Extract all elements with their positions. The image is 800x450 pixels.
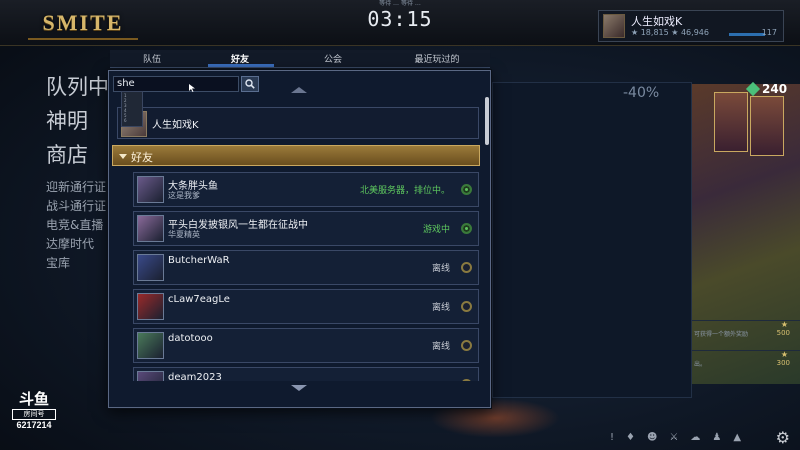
friend-status: 离线 [431, 303, 450, 313]
active-tab-indicator [208, 64, 274, 67]
avatar [137, 215, 164, 242]
watermark-label: 房间号 [12, 409, 56, 420]
gem-count: 240 [762, 82, 788, 96]
friend-row[interactable]: ButcherWaR 离线 [133, 250, 479, 285]
friend-row[interactable]: cLaw7eagLe 离线 [133, 289, 479, 324]
menu-vault[interactable]: 宝库 [46, 254, 109, 273]
menu-battle-pass[interactable]: 战斗通行证 [46, 197, 109, 216]
status-indicator-icon [461, 262, 472, 273]
reward-row: 出。 ★ 300 [692, 350, 800, 372]
friends-panel: she 人生如戏K 好友 大条胖头鱼 这是我爹 北美服务器，排位中。 平头白发披… [108, 70, 491, 408]
reward-row: 可获得一个额外奖励 ★ 500 [692, 320, 800, 342]
featured-card[interactable] [714, 92, 748, 152]
game-logo: SMITE [28, 8, 138, 40]
avatar [137, 176, 164, 203]
status-indicator-icon [461, 223, 472, 234]
player-currency: ★ 18,815 ★ 46,946 [631, 28, 709, 37]
friend-name: datotooo [168, 333, 213, 344]
menu-gods[interactable]: 神明 [46, 104, 109, 138]
profile-icon[interactable]: ♟ [712, 432, 721, 443]
reward-value: 500 [776, 329, 790, 337]
avatar [137, 371, 164, 381]
status-indicator-icon [461, 379, 472, 381]
main-menu: 队列中 神明 商店 迎新通行证 战斗通行证 电竞&直播 达摩时代 宝库 [46, 70, 109, 273]
alert-icon[interactable]: ! [610, 432, 614, 443]
section-label: 好友 [131, 151, 153, 164]
player-card[interactable]: 人生如戏K ★ 18,815 ★ 46,946 117 [598, 10, 784, 42]
notify-icon[interactable]: ▲ [733, 432, 741, 443]
queue-timer: 等待 … 等待 … 03:15 [355, 0, 445, 42]
player-xp-bar [729, 33, 765, 36]
gift-icon[interactable]: ♦ [626, 432, 635, 443]
watermark-room: 6217214 [16, 420, 52, 430]
reward-value: 300 [776, 359, 790, 367]
search-result-row[interactable]: 人生如戏K [117, 107, 479, 139]
friend-subtitle: 这是我爹 [168, 191, 200, 200]
menu-esports[interactable]: 电竞&直播 [46, 216, 109, 235]
friend-status: 北美服务器，排位中。 [359, 186, 450, 196]
friend-row[interactable]: datotooo 离线 [133, 328, 479, 363]
watermark-logo: 斗鱼 [18, 391, 49, 408]
avatar [137, 332, 164, 359]
tab-clan[interactable]: 公会 [313, 52, 353, 65]
reward-text: 出。 [694, 361, 707, 368]
scroll-down-arrow-icon[interactable] [291, 385, 307, 391]
autocomplete-item[interactable]: 6 [124, 118, 140, 123]
social-tabs: 队伍 好友 公会 最近玩过的 [110, 50, 490, 68]
friend-status: 离线 [431, 264, 450, 274]
status-indicator-icon [461, 301, 472, 312]
search-result-name: 人生如戏K [152, 120, 199, 131]
queue-status-text: 等待 … 等待 … [379, 0, 421, 7]
player-level: 117 [761, 28, 777, 37]
star-icon: ★ [780, 320, 788, 329]
friend-status: 离线 [431, 342, 450, 352]
store-panel: -40% [492, 82, 692, 398]
battle-icon[interactable]: ⚔ [669, 432, 678, 443]
gear-icon[interactable]: ⚙ [776, 428, 790, 447]
tab-party[interactable]: 队伍 [132, 52, 172, 65]
menu-dharma-age[interactable]: 达摩时代 [46, 235, 109, 254]
status-indicator-icon [461, 184, 472, 195]
list-scrollbar[interactable] [485, 97, 489, 145]
friend-name: cLaw7eagLe [168, 294, 230, 305]
top-bar: SMITE 等待 … 等待 … 03:15 人生如戏K ★ 18,815 ★ 4… [0, 0, 800, 46]
friend-name: deam2023 [168, 372, 222, 381]
player-name: 人生如戏K [631, 15, 683, 28]
friends-icon[interactable]: ☻ [647, 432, 657, 443]
menu-queue[interactable]: 队列中 [46, 70, 109, 104]
bottom-toolbar: ! ♦ ☻ ⚔ ☁ ♟ ▲ [610, 432, 741, 443]
friend-row[interactable]: 大条胖头鱼 这是我爹 北美服务器，排位中。 [133, 172, 479, 207]
autocomplete-dropdown[interactable]: 1 2 3 4 5 6 [121, 91, 143, 127]
friend-subtitle: 华夏精英 [168, 230, 200, 239]
friend-row[interactable]: deam2023 [133, 367, 479, 381]
featured-card[interactable] [750, 96, 784, 156]
menu-store[interactable]: 商店 [46, 138, 109, 172]
status-indicator-icon [461, 340, 472, 351]
discount-label: -40% [623, 85, 660, 101]
friends-section-header[interactable]: 好友 [112, 145, 480, 166]
avatar [137, 293, 164, 320]
chat-icon[interactable]: ☁ [690, 432, 700, 443]
menu-welcome-pass[interactable]: 迎新通行证 [46, 178, 109, 197]
reward-text: 可获得一个额外奖励 [694, 331, 749, 338]
friend-row[interactable]: 平头白发披银风一生都在征战中 华夏精英 游戏中 [133, 211, 479, 246]
chevron-down-icon [119, 154, 127, 159]
star-icon: ★ [780, 350, 788, 359]
tab-recent[interactable]: 最近玩过的 [402, 52, 472, 65]
stream-watermark: 斗鱼 房间号 6217214 [12, 392, 56, 431]
friends-list-viewport: 人生如戏K 好友 大条胖头鱼 这是我爹 北美服务器，排位中。 平头白发披银风一生… [109, 71, 490, 381]
avatar [137, 254, 164, 281]
timer-text: 03:15 [367, 7, 433, 31]
friend-name: ButcherWaR [168, 255, 230, 266]
friend-status: 游戏中 [422, 225, 450, 235]
player-avatar [603, 14, 625, 38]
